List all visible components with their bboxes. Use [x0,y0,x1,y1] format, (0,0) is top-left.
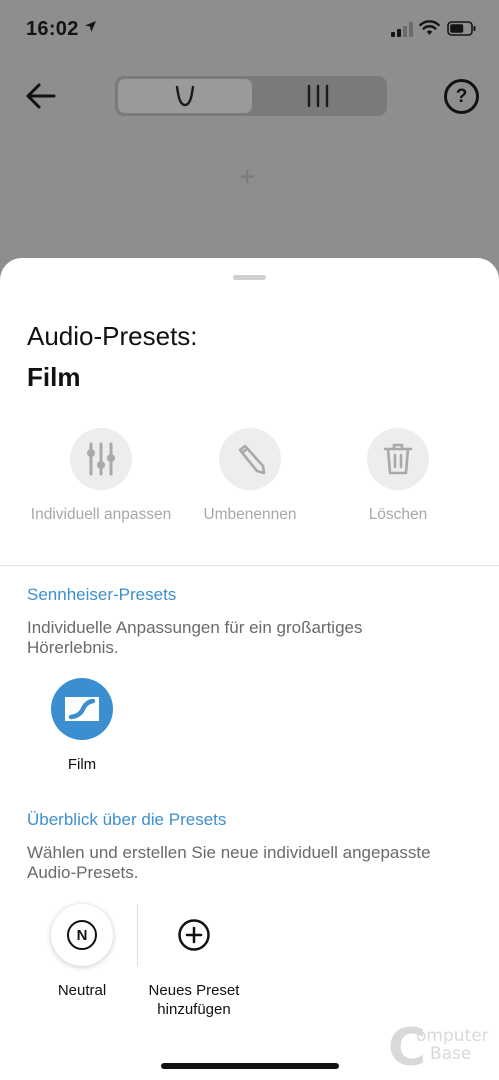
sennheiser-presets-heading: Sennheiser-Presets [27,585,177,604]
sheet-grabber[interactable] [233,275,266,280]
view-segmented-control [115,76,387,116]
wifi-icon [419,20,440,35]
battery-icon [447,21,476,36]
computerbase-watermark: C omputer Base [388,1022,496,1074]
status-time: 16:02 [26,18,79,40]
watermark-line2: Base [430,1044,472,1064]
home-indicator[interactable] [161,1063,339,1069]
rename-label: Umbenennen [203,506,297,523]
add-icon: + [239,161,256,192]
neutral-preset-circle: N [51,904,113,966]
watermark-line1: omputer [416,1026,489,1046]
rename-preset-button[interactable]: Umbenennen [175,428,325,525]
trash-icon [367,428,429,490]
cellular-signal-icon [391,22,413,37]
delete-preset-button[interactable]: Löschen [323,428,473,525]
preset-neutral[interactable]: N Neutral [30,904,134,1000]
sliders-icon [70,428,132,490]
pencil-icon [219,428,281,490]
customize-label: Individuell anpassen [30,506,172,523]
preset-film-label: Film [67,756,97,773]
customize-preset-button[interactable]: Individuell anpassen [26,428,176,525]
bars-icon [307,84,329,108]
divider [0,565,499,566]
add-preset-button[interactable]: Neues Preset hinzufügen [134,904,254,1019]
sheet-title: Audio-Presets: [27,321,198,351]
overview-presets-heading: Überblick über die Presets [27,810,227,829]
plus-circle-icon [163,904,225,966]
neutral-badge: N [67,920,97,950]
help-button[interactable]: ? [444,79,479,114]
add-preset-label: Neues Preset hinzufügen [148,982,240,1018]
overview-presets-description: Wählen und erstellen Sie neue individuel… [27,843,431,882]
curve-icon [175,85,195,107]
audio-presets-sheet: Audio-Presets: Film Individuell anpassen [0,258,499,1080]
preset-neutral-label: Neutral [57,982,107,999]
sennheiser-presets-description: Individuelle Anpassungen für ein großart… [27,618,363,657]
sennheiser-logo-icon [51,678,113,740]
segment-bars-view[interactable] [252,79,384,113]
segment-curve-view[interactable] [118,79,252,113]
preset-film[interactable]: Film [37,678,127,774]
current-preset-name: Film [27,362,81,392]
back-arrow-icon[interactable] [24,80,60,112]
location-arrow-icon [85,21,96,32]
delete-label: Löschen [368,506,428,523]
status-bar: 16:02 [0,0,499,60]
